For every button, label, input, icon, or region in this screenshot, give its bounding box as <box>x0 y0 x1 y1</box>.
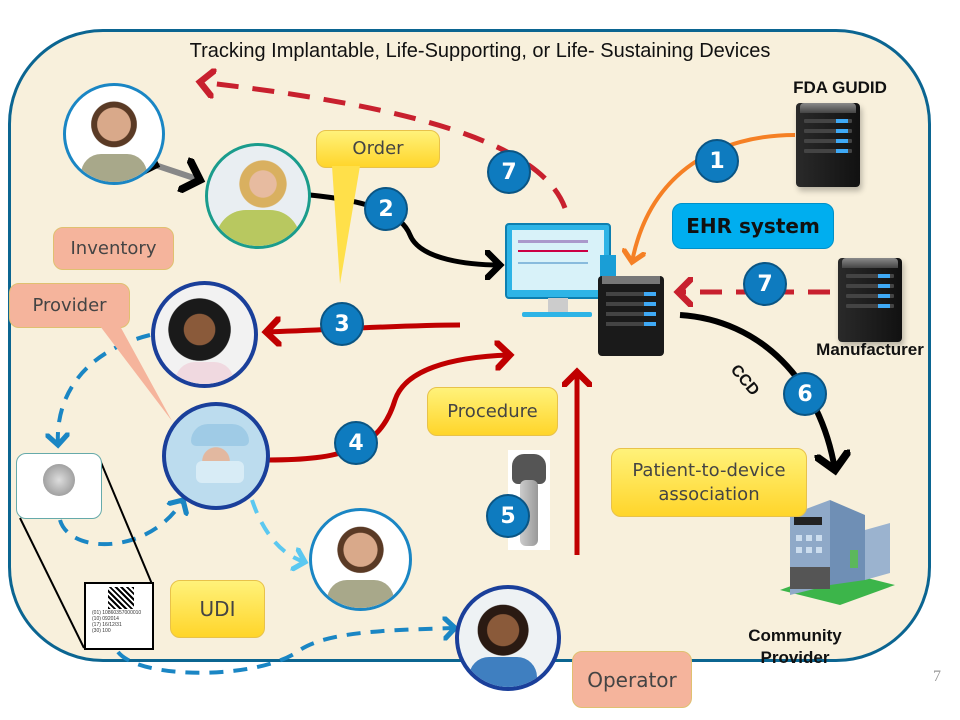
callout-provider-pointer <box>100 326 172 421</box>
callout-order: Order <box>316 130 440 168</box>
callout-provider: Provider <box>9 283 130 328</box>
fda-gudid-label: FDA GUDID <box>793 78 887 97</box>
step-badge-7-manufacturer: 7 <box>743 262 787 306</box>
udi-line: (30) 100 <box>92 628 111 634</box>
step-badge-2: 2 <box>364 187 408 231</box>
callout-ehr-system: EHR system <box>672 203 834 249</box>
callout-inventory: Inventory <box>53 227 174 270</box>
callout-patient-to-device: Patient-to-device association <box>611 448 807 517</box>
step-badge-5: 5 <box>486 494 530 538</box>
udi-barcode <box>108 587 134 609</box>
avatar-clerk <box>205 143 311 249</box>
avatar-operator-nurse <box>455 585 561 691</box>
step-badge-1: 1 <box>695 139 739 183</box>
callout-order-pointer <box>332 166 360 284</box>
dashed-surgeon-to-patient <box>250 499 305 562</box>
manufacturer-server-icon <box>838 258 902 342</box>
page-number: 7 <box>933 668 941 685</box>
fda-gudid-server-icon <box>796 103 860 187</box>
implant-device-image <box>16 453 102 519</box>
callout-udi: UDI <box>170 580 265 638</box>
udi-label-card: (01) 10860357000010 (10) 092014 (17) 16/… <box>84 582 154 650</box>
diagram-stage: Tracking Implantable, Life-Supporting, o… <box>0 0 960 720</box>
device-udi-link-right <box>99 459 153 585</box>
device-udi-link-left <box>19 517 85 649</box>
manufacturer-label: Manufacturer <box>816 340 924 359</box>
callout-procedure: Procedure <box>427 387 558 436</box>
step-badge-7-top: 7 <box>487 150 531 194</box>
dashed-udi-to-operator <box>116 628 455 675</box>
ccd-label: CCD <box>727 362 762 399</box>
callout-operator: Operator <box>572 651 692 708</box>
community-provider-label: Community Provider <box>748 626 842 667</box>
step-badge-6: 6 <box>783 372 827 416</box>
link-patient-clerk <box>155 165 200 180</box>
step-badge-3: 3 <box>320 302 364 346</box>
step-badge-4: 4 <box>334 421 378 465</box>
avatar-patient-bottom <box>309 508 412 611</box>
ehr-server-icon <box>598 276 664 356</box>
avatar-patient-top <box>63 83 165 185</box>
